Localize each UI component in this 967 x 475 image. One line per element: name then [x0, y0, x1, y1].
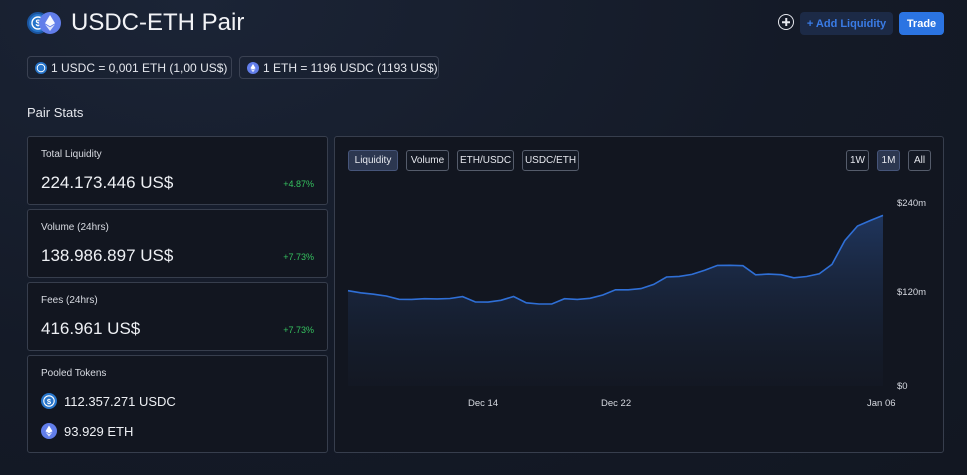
liquidity-area — [348, 215, 883, 386]
y-tick-label: $0 — [897, 381, 908, 392]
eth-icon — [247, 61, 259, 74]
section-title: Pair Stats — [27, 105, 84, 120]
svg-text:$: $ — [47, 397, 52, 406]
usdc-icon — [35, 61, 47, 74]
stat-change: +7.73% — [283, 252, 314, 262]
eth-rate-text: 1 ETH = 1196 USDC (1193 US$) — [263, 60, 438, 75]
eth-rate-chip[interactable]: 1 ETH = 1196 USDC (1193 US$) — [239, 56, 439, 79]
stat-card-volume: Volume (24hrs) 138.986.897 US$ +7.73% — [27, 209, 328, 278]
pooled-amount: 93.929 ETH — [64, 423, 134, 439]
stat-value: 224.173.446 US$ — [41, 173, 174, 192]
stat-label: Pooled Tokens — [41, 368, 107, 379]
pooled-token-usdc: $ 112.357.271 USDC — [41, 393, 176, 409]
stat-label: Volume (24hrs) — [41, 222, 109, 233]
stat-value: 416.961 US$ — [41, 319, 141, 338]
chart-panel: Liquidity Volume ETH/USDC USDC/ETH 1W 1M… — [334, 136, 944, 453]
eth-icon — [39, 12, 61, 34]
usdc-icon: $ — [41, 393, 57, 409]
pooled-token-eth: 93.929 ETH — [41, 423, 133, 439]
page-title: USDC-ETH Pair — [71, 9, 245, 36]
liquidity-area-chart[interactable] — [335, 137, 943, 452]
usdc-rate-chip[interactable]: 1 USDC = 0,001 ETH (1,00 US$) — [27, 56, 232, 79]
eth-icon — [41, 423, 57, 439]
trade-button[interactable]: Trade — [899, 12, 944, 35]
add-circle-icon[interactable] — [778, 14, 794, 30]
stat-label: Fees (24hrs) — [41, 295, 98, 306]
stat-card-fees: Fees (24hrs) 416.961 US$ +7.73% — [27, 282, 328, 351]
add-liquidity-button[interactable]: + Add Liquidity — [800, 12, 893, 35]
pooled-amount: 112.357.271 USDC — [64, 393, 176, 409]
stat-card-liquidity: Total Liquidity 224.173.446 US$ +4.87% — [27, 136, 328, 205]
stat-card-pooled-tokens: Pooled Tokens $ 112.357.271 USDC 93.929 … — [27, 355, 328, 453]
y-tick-label: $240m — [897, 198, 927, 209]
stat-change: +7.73% — [283, 325, 314, 335]
x-tick-label: Jan 06 — [867, 398, 896, 409]
y-tick-label: $120m — [897, 287, 927, 298]
usdc-rate-text: 1 USDC = 0,001 ETH (1,00 US$) — [51, 60, 228, 75]
pair-logos: $ — [27, 12, 61, 34]
stat-value: 138.986.897 US$ — [41, 246, 174, 265]
stat-label: Total Liquidity — [41, 149, 102, 160]
x-tick-label: Dec 14 — [468, 398, 499, 409]
x-tick-label: Dec 22 — [601, 398, 632, 409]
stat-change: +4.87% — [283, 179, 314, 189]
